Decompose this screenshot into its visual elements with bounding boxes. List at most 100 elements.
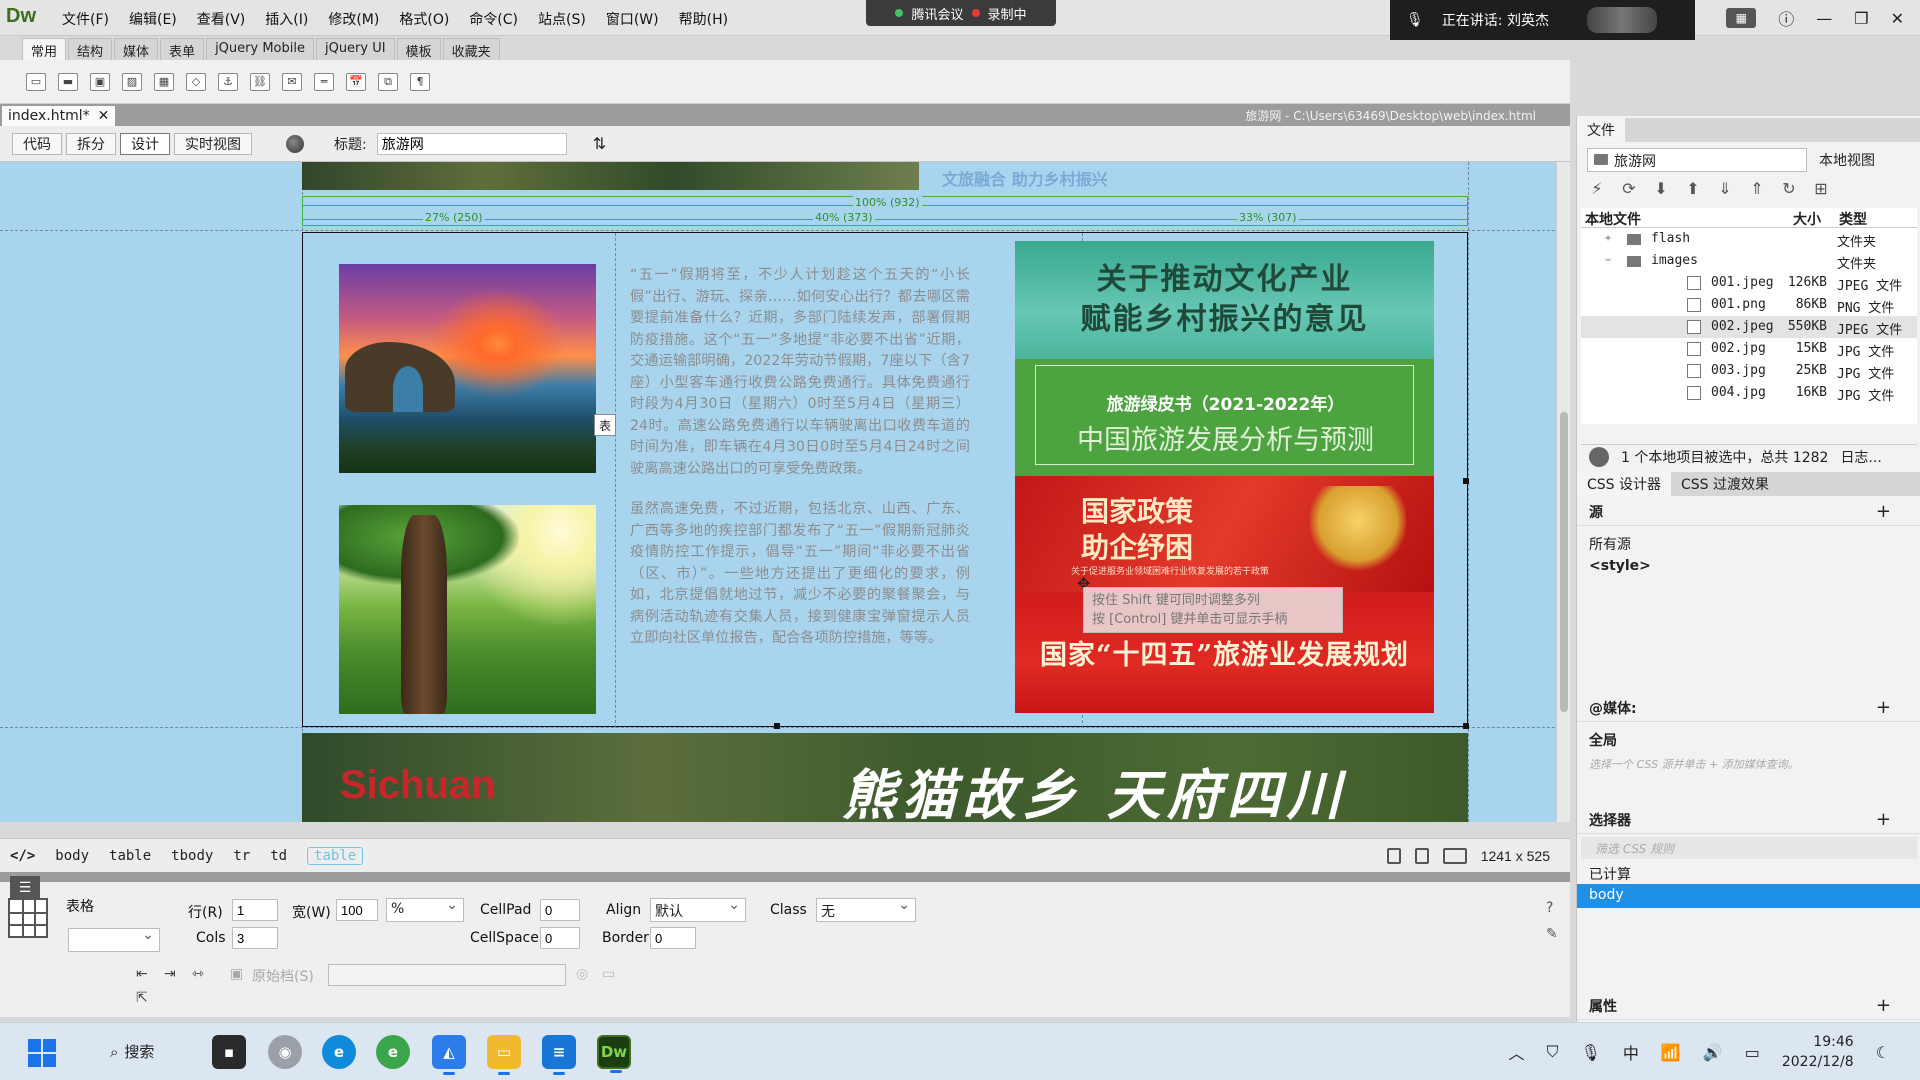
ime-indicator[interactable]: 中 — [1623, 1040, 1639, 1064]
date-icon[interactable]: 📅 — [346, 72, 366, 91]
col-local-files[interactable]: 本地文件 — [1585, 209, 1641, 229]
chevron-up-icon[interactable]: ︿ — [1509, 1040, 1525, 1064]
close-tab-icon[interactable]: ✕ — [98, 108, 110, 124]
insert-tab-templates[interactable]: 模板 — [396, 38, 441, 60]
task-view-icon[interactable]: ▪ — [212, 1035, 246, 1069]
insert-tab-media[interactable]: 媒体 — [114, 38, 159, 60]
windows-start-icon[interactable] — [28, 1039, 56, 1067]
width-total[interactable]: 100% (932) — [853, 196, 922, 209]
tag-table-selected[interactable]: table — [307, 846, 364, 865]
design-canvas[interactable]: 文旅融合 助力乡村振兴 100% (932) 27% (250) 40% (37… — [0, 162, 1570, 822]
info-icon[interactable]: ⓘ — [1778, 6, 1794, 30]
workspace-switcher-icon[interactable]: ▦ — [1726, 8, 1757, 28]
tag-td[interactable]: td — [270, 848, 287, 864]
tencent-meeting-icon[interactable]: ◭ — [432, 1035, 466, 1075]
menu-modify[interactable]: 修改(M) — [318, 9, 389, 29]
volume-icon[interactable]: 🔊 — [1703, 1043, 1723, 1062]
preview-browser-icon[interactable] — [286, 134, 304, 153]
width-col2[interactable]: 40% (373) — [813, 211, 875, 224]
meeting-indicator[interactable]: 腾讯会议 录制中 — [866, 0, 1056, 26]
resize-handle[interactable] — [1463, 723, 1469, 729]
col-type[interactable]: 类型 — [1839, 209, 1867, 229]
hyperlink-icon[interactable]: ⛓ — [250, 72, 270, 91]
culture-policy-banner[interactable]: 关于推动文化产业 赋能乡村振兴的意见 — [1015, 241, 1434, 359]
get-files-icon[interactable]: ⬇ — [1651, 178, 1671, 198]
css-designer-tab[interactable]: CSS 设计器 — [1577, 472, 1671, 496]
minimize-button[interactable]: — — [1816, 9, 1832, 28]
cell-marker-icon[interactable]: 表 — [594, 414, 616, 436]
menu-help[interactable]: 帮助(H) — [669, 9, 738, 29]
tourism-greenbook-banner[interactable]: 旅游绿皮书（2021-2022年） 中国旅游发展分析与预测 — [1015, 359, 1434, 476]
battery-icon[interactable]: ▭ — [1745, 1043, 1760, 1062]
menu-file[interactable]: 文件(F) — [52, 9, 119, 29]
align-select[interactable]: 默认 — [650, 897, 746, 922]
close-button[interactable]: ✕ — [1891, 9, 1904, 28]
div-icon[interactable]: ▭ — [26, 72, 46, 91]
live-view-button[interactable]: 实时视图 — [174, 132, 252, 155]
insert-tab-favorites[interactable]: 收藏夹 — [442, 38, 500, 60]
add-property-icon[interactable]: + — [1876, 995, 1891, 1016]
window-size[interactable]: 1241 x 525 — [1481, 848, 1550, 864]
properties-menu-icon[interactable]: ☰ — [10, 876, 40, 900]
check-out-icon[interactable]: ⇓ — [1715, 178, 1735, 198]
taskbar-search[interactable]: ⌕ 搜索 — [110, 1041, 154, 1062]
clear-widths-icon[interactable]: ⇥ — [164, 966, 176, 982]
border-input[interactable] — [650, 927, 696, 949]
table-id-select[interactable] — [68, 927, 160, 952]
convert-widths-icon[interactable]: ⇿ — [192, 966, 204, 982]
tag-tr[interactable]: tr — [233, 848, 250, 864]
resize-handle[interactable] — [1463, 478, 1469, 484]
sunset-photo[interactable] — [339, 264, 596, 473]
selector-filter-input[interactable]: 筛选 CSS 规则 — [1581, 837, 1917, 859]
split-view-button[interactable]: 拆分 — [66, 132, 116, 155]
ie-icon[interactable]: e — [376, 1035, 410, 1069]
source-style[interactable]: <style> — [1589, 558, 1651, 574]
add-source-icon[interactable]: + — [1876, 501, 1891, 522]
folder-row[interactable]: + flash 文件夹 — [1581, 228, 1917, 250]
selector-body-row[interactable]: body — [1577, 884, 1920, 908]
menu-insert[interactable]: 插入(I) — [255, 9, 318, 29]
clear-heights-icon[interactable]: ⇤ — [136, 966, 148, 982]
tag-body[interactable]: body — [55, 848, 89, 864]
code-view-button[interactable]: 代码 — [12, 132, 62, 155]
collapse-icon[interactable]: − — [1605, 255, 1611, 266]
media-global[interactable]: 全局 — [1589, 730, 1617, 750]
help-icon[interactable]: ? — [1546, 900, 1553, 916]
add-media-icon[interactable]: + — [1876, 697, 1891, 718]
file-row[interactable]: 002.jpeg 550KB JPEG 文件 — [1581, 316, 1917, 338]
canvas-icon[interactable]: ▣ — [90, 72, 110, 91]
files-tab[interactable]: 文件 — [1577, 118, 1625, 142]
anchor-icon[interactable]: ⚓ — [218, 72, 238, 91]
quick-tag-edit-icon[interactable]: ✎ — [1546, 926, 1558, 942]
email-link-icon[interactable]: ✉ — [282, 72, 302, 91]
cellspace-input[interactable] — [540, 927, 580, 949]
special-char-icon[interactable]: ¶ — [410, 72, 430, 91]
html5-video-icon[interactable]: ▬ — [58, 72, 78, 91]
clock[interactable]: 19:46 2022/12/8 — [1782, 1032, 1854, 1072]
menu-view[interactable]: 查看(V) — [187, 9, 256, 29]
log-button[interactable]: 日志... — [1840, 447, 1881, 467]
file-list[interactable]: + flash 文件夹 − images 文件夹 001.jpeg 126KB JPEG 文件 0… — [1581, 228, 1917, 424]
sichuan-banner-image[interactable]: Sichuan 熊猫故乡 天府四川 — [302, 733, 1468, 822]
edge-icon[interactable]: e — [322, 1035, 356, 1069]
site-select[interactable]: 旅游网 — [1587, 148, 1807, 172]
notification-icon[interactable]: ☾ — [1876, 1043, 1890, 1062]
forest-photo[interactable] — [339, 505, 596, 714]
file-row[interactable]: 001.jpeg 126KB JPEG 文件 — [1581, 272, 1917, 294]
insert-tab-common[interactable]: 常用 — [22, 38, 67, 60]
mobile-size-icon[interactable] — [1386, 848, 1401, 864]
expand-icon[interactable]: + — [1605, 233, 1611, 244]
tag-icon[interactable]: ◇ — [186, 72, 206, 91]
article-paragraph-1[interactable]: “五一”假期将至，不少人计划趁这个五天的“小长假”出行、游玩、探亲……如何安心出… — [630, 265, 970, 480]
put-files-icon[interactable]: ⬆ — [1683, 178, 1703, 198]
security-icon[interactable]: ⛉ — [1547, 1042, 1559, 1062]
canvas-scrollbar[interactable] — [1556, 162, 1570, 822]
cellpad-input[interactable] — [540, 899, 580, 921]
menu-format[interactable]: 格式(O) — [389, 9, 459, 29]
menu-commands[interactable]: 命令(C) — [459, 9, 528, 29]
insert-tab-jquery-mobile[interactable]: jQuery Mobile — [206, 38, 314, 60]
insert-tab-structure[interactable]: 结构 — [68, 38, 113, 60]
design-view-button[interactable]: 设计 — [120, 132, 170, 155]
chrome-icon[interactable]: ◉ — [268, 1035, 302, 1069]
content-table[interactable]: 表 “五一”假期将至，不少人计划趁这个五天的“小长假”出行、游玩、探亲……如何安… — [302, 232, 1469, 729]
